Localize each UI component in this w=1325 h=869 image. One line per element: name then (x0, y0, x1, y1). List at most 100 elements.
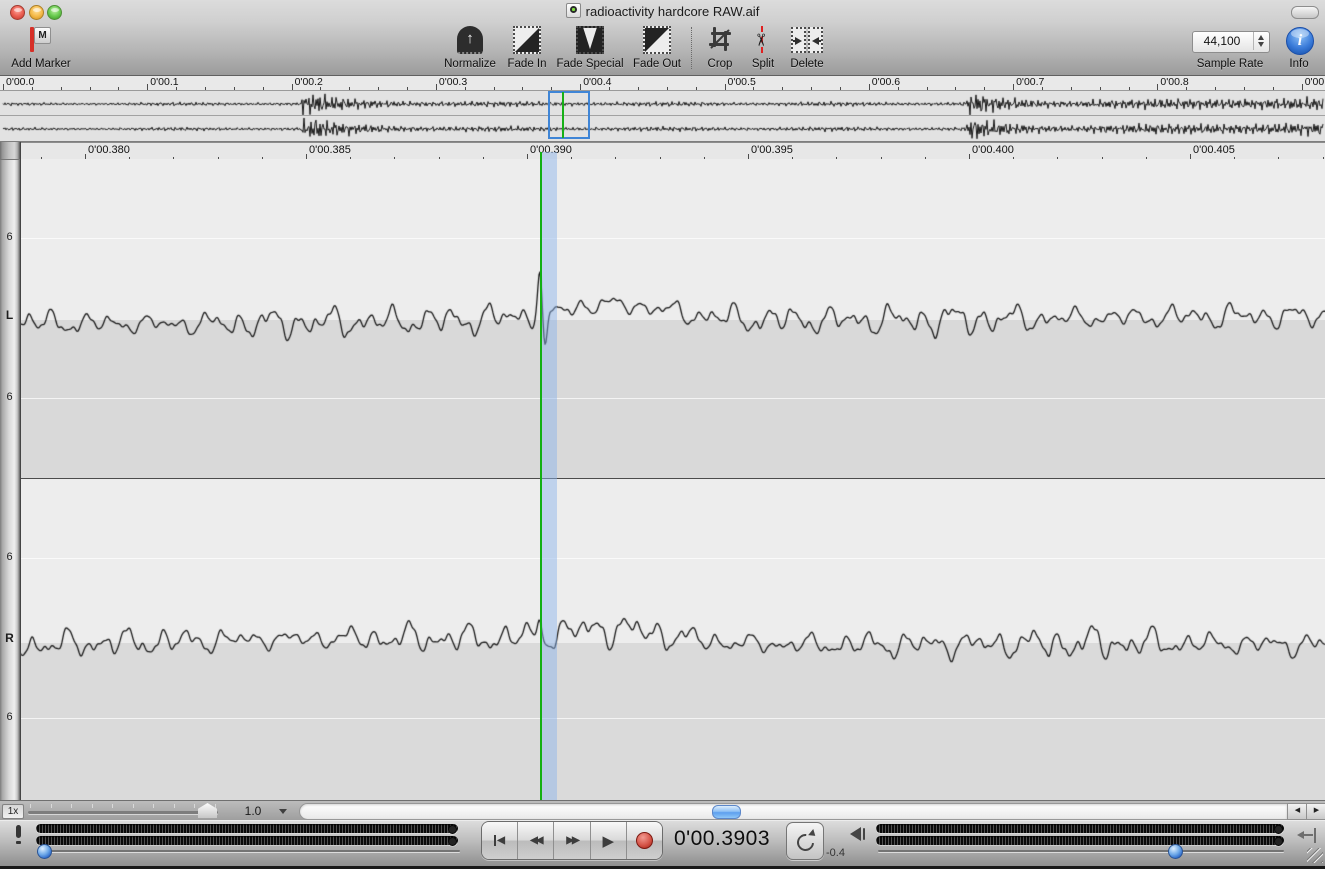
scale-mark: 6 (0, 231, 19, 243)
ruler-minor-tick (263, 87, 264, 90)
overview-view-rectangle[interactable] (548, 91, 590, 139)
sample-rate-label: Sample Rate (1180, 58, 1280, 70)
rewind-button[interactable]: ◀◀ (518, 822, 554, 859)
horizontal-scrollbar-track[interactable] (299, 803, 1288, 820)
ruler-tick (147, 84, 148, 90)
delete-icon (790, 26, 824, 52)
split-scissors-icon: ✂ (750, 26, 776, 54)
ruler-minor-tick (1129, 87, 1130, 90)
ruler-minor-tick (320, 87, 321, 90)
fade-in-button[interactable]: Fade In (503, 26, 551, 72)
ruler-minor-tick (378, 87, 379, 90)
input-volume-track[interactable] (38, 850, 460, 852)
ruler-minor-tick (176, 87, 177, 90)
selection-band[interactable] (541, 152, 557, 800)
ruler-tick (292, 84, 293, 90)
play-button[interactable]: ▶ (591, 822, 627, 859)
ruler-minor-tick (753, 87, 754, 90)
toolbar-separator (691, 27, 692, 69)
ruler-tick (3, 84, 4, 90)
zoom-slider-tick (30, 804, 31, 808)
normalize-button[interactable]: ↑ Normalize (440, 26, 500, 72)
ruler-label: 0'00.4 (583, 76, 611, 88)
ruler-minor-tick (984, 87, 985, 90)
ruler-minor-tick (898, 87, 899, 90)
overview-channel-separator (0, 115, 1325, 116)
ruler-label: 0'00.7 (1016, 76, 1044, 88)
stepper-icon[interactable] (1253, 32, 1269, 50)
ruler-minor-tick (1042, 87, 1043, 90)
ruler-label: 0'00.380 (88, 144, 130, 156)
output-meter-left (876, 824, 1284, 833)
zoom-slider-tick (71, 804, 72, 808)
add-marker-button[interactable]: M Add Marker (6, 26, 76, 72)
scroll-left-button[interactable]: ◀ (1287, 803, 1308, 820)
waveform-canvas[interactable] (20, 159, 1325, 800)
loop-button[interactable] (786, 822, 824, 860)
fade-special-label: Fade Special (556, 58, 623, 70)
ruler-minor-tick (349, 87, 350, 90)
ruler-label: 0'00.8 (1160, 76, 1188, 88)
ruler-label: 0'00.395 (751, 144, 793, 156)
overview-waveform[interactable] (0, 91, 1325, 142)
sample-rate-value: 44,100 (1193, 34, 1251, 48)
zoom-slider-track[interactable] (28, 811, 218, 814)
sample-rate-select[interactable]: 44,100 (1192, 31, 1270, 53)
transport-bar: ◀ ◀◀ ▶▶ ▶ 0'00.3903 -0.4 (0, 820, 1325, 866)
go-to-start-button[interactable]: ◀ (482, 822, 518, 859)
ruler-minor-tick (696, 87, 697, 90)
ruler-tick (869, 84, 870, 90)
delete-button[interactable]: Delete (786, 26, 828, 72)
fast-forward-button[interactable]: ▶▶ (554, 822, 590, 859)
zoom-slider-tick (51, 804, 52, 808)
toolbar-toggle-button[interactable] (1291, 6, 1319, 19)
input-volume-thumb[interactable] (37, 844, 52, 859)
split-button[interactable]: ✂ Split (744, 26, 782, 72)
fade-out-button[interactable]: Fade Out (630, 26, 684, 72)
ruler-tick (725, 84, 726, 90)
scroll-right-button[interactable]: ▶ (1306, 803, 1325, 820)
zoom-scroll-bar: 1x 1.0 ◀ ▶ (0, 800, 1325, 821)
title-bar[interactable]: radioactivity hardcore RAW.aif (0, 3, 1325, 20)
ruler-minor-tick (1186, 87, 1187, 90)
overview-time-ruler[interactable]: 0'00.00'00.10'00.20'00.30'00.40'00.50'00… (0, 76, 1325, 91)
ruler-label: 0'00.385 (309, 144, 351, 156)
normalize-icon: ↑ (457, 26, 483, 54)
zoom-slider-tick (174, 804, 175, 808)
ruler-minor-tick (1215, 87, 1216, 90)
ruler-label: 0'00.6 (872, 76, 900, 88)
info-label: Info (1274, 58, 1324, 70)
gutter-corner (0, 142, 20, 160)
zoom-slider-tick (133, 804, 134, 808)
overview-playhead (562, 92, 564, 138)
output-volume-thumb[interactable] (1168, 844, 1183, 859)
zoom-slider-tick (92, 804, 93, 808)
horizontal-scrollbar-thumb[interactable] (712, 805, 741, 819)
add-marker-label: Add Marker (11, 58, 70, 70)
ruler-minor-tick (1244, 87, 1245, 90)
ruler-minor-tick (782, 87, 783, 90)
fade-special-button[interactable]: Fade Special (556, 26, 624, 72)
audio-editor-window: radioactivity hardcore RAW.aif M Add Mar… (0, 0, 1325, 869)
input-level-icon-base (16, 841, 21, 844)
ruler-tick (580, 84, 581, 90)
info-button[interactable]: i (1286, 27, 1314, 55)
output-volume-track[interactable] (878, 850, 1284, 852)
scale-mark: 6 (0, 391, 19, 403)
fade-out-label: Fade Out (633, 58, 681, 70)
output-meter-right (876, 836, 1284, 845)
resize-grip[interactable] (1307, 848, 1323, 863)
crop-button[interactable]: Crop (700, 26, 740, 72)
input-clip-led (448, 825, 457, 834)
input-meter-left (36, 824, 458, 833)
ruler-minor-tick (494, 87, 495, 90)
record-button[interactable] (627, 822, 662, 859)
ruler-tick (1157, 84, 1158, 90)
fade-in-icon (513, 26, 541, 54)
speed-dropdown-icon[interactable] (279, 809, 287, 814)
fade-out-icon (643, 26, 671, 54)
scale-mark: 6 (0, 551, 19, 563)
record-icon (636, 832, 653, 849)
crop-label: Crop (708, 58, 733, 70)
ruler-minor-tick (61, 87, 62, 90)
